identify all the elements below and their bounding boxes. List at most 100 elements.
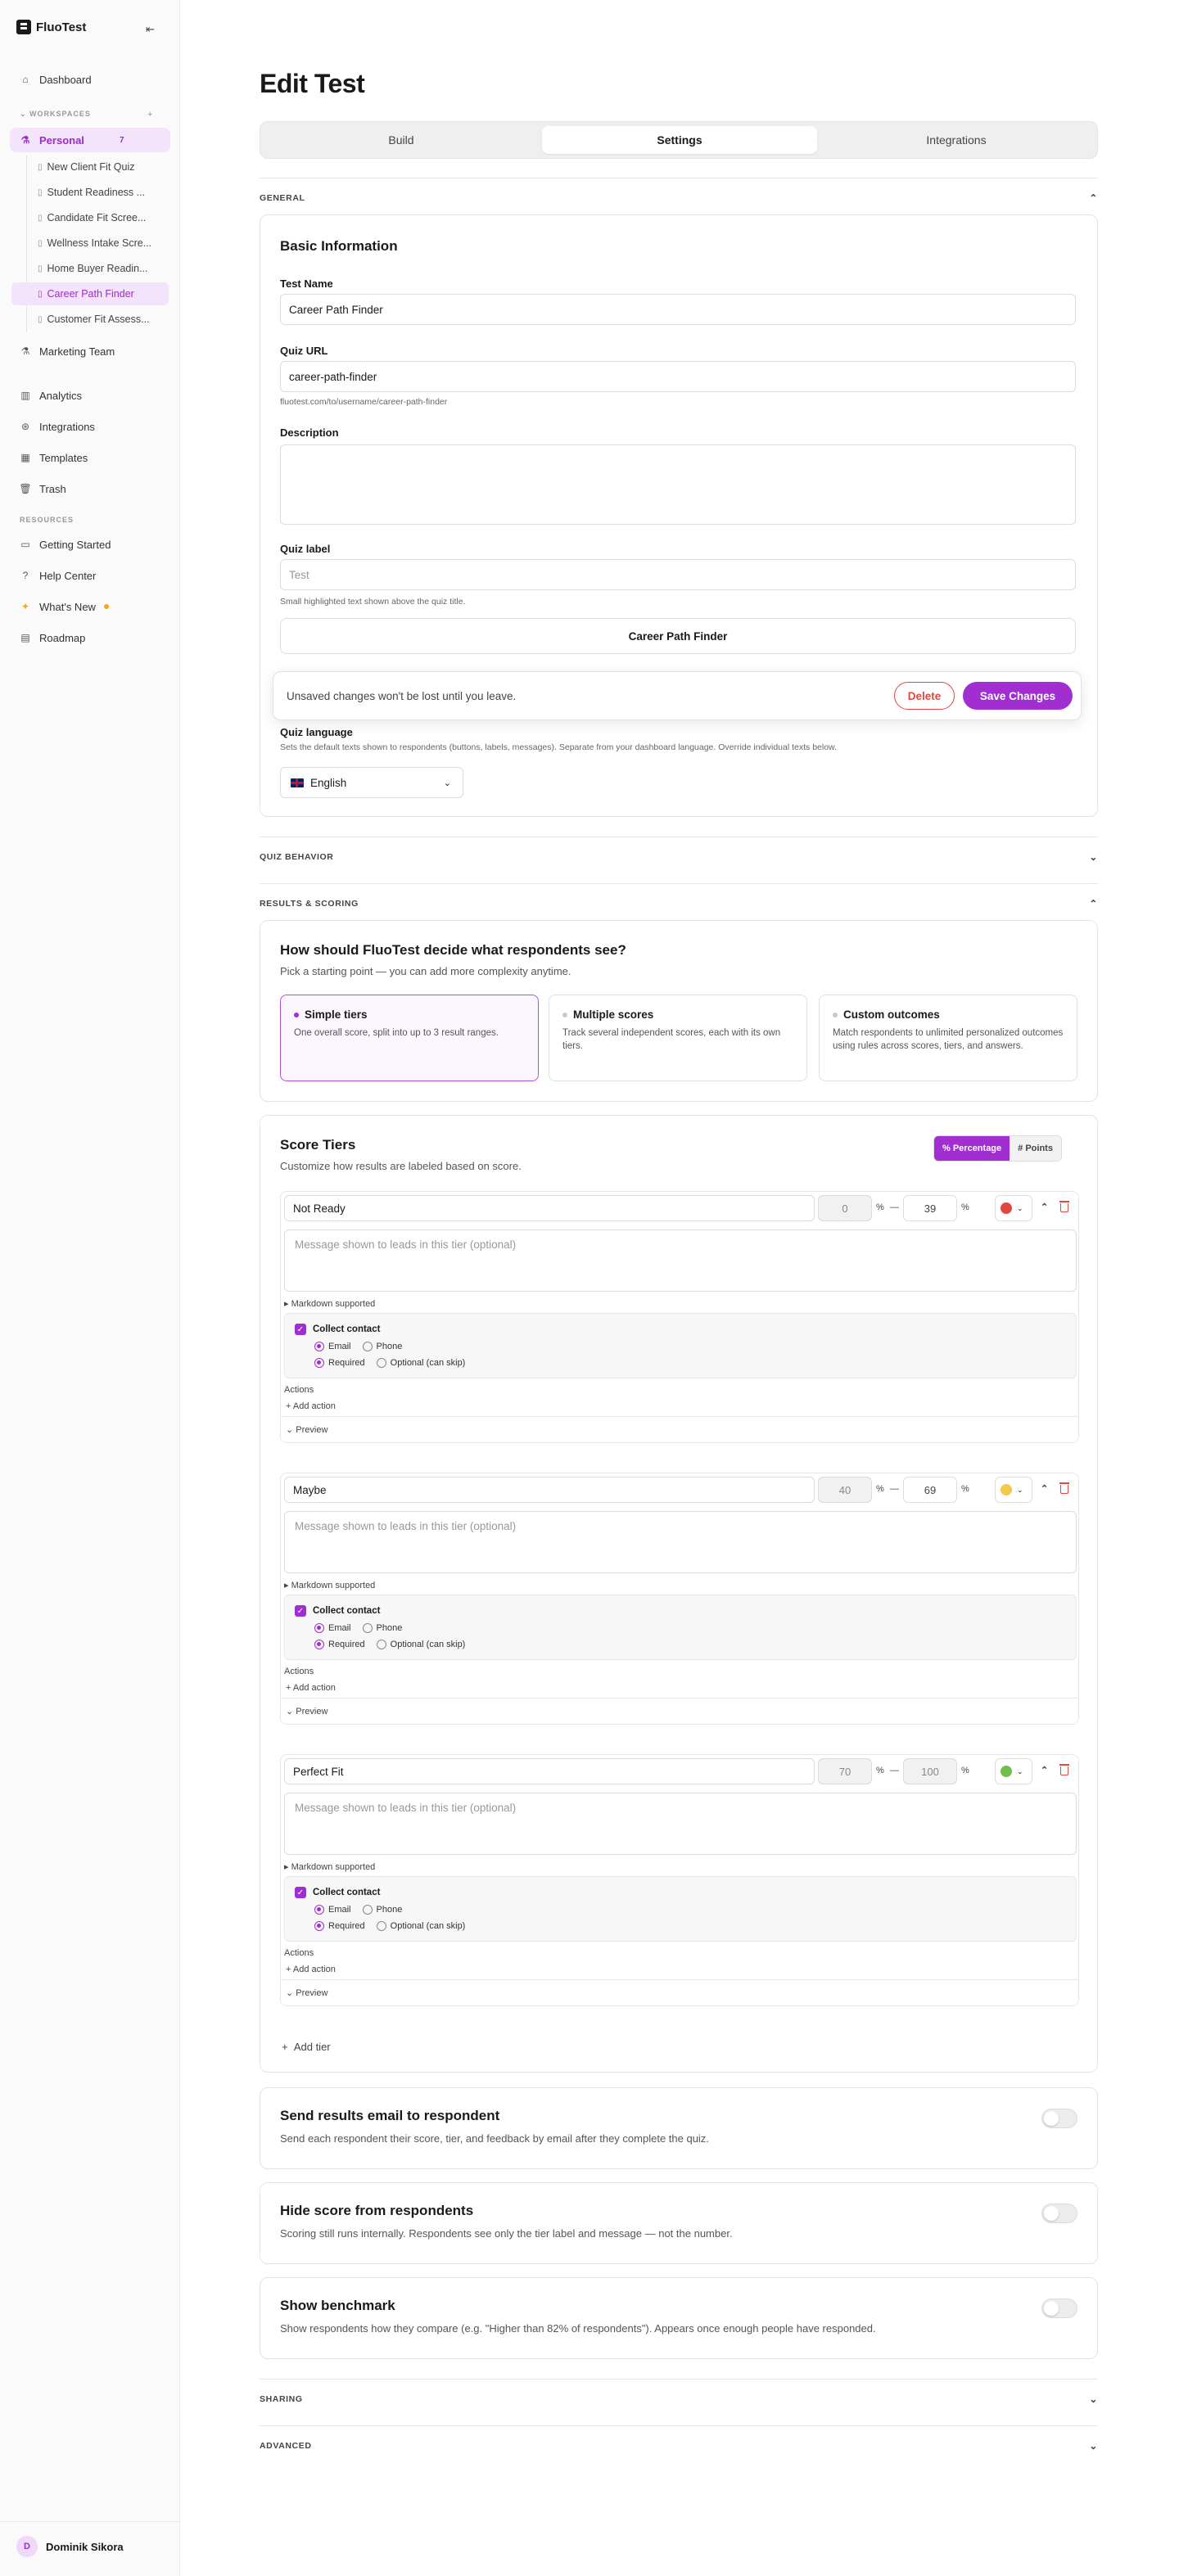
user-profile[interactable]: D Dominik Sikora xyxy=(16,2536,124,2557)
sidebar-test-item[interactable]: ▯ Student Readiness ... xyxy=(34,181,169,204)
radio-email[interactable]: Email xyxy=(314,1342,351,1351)
save-changes-button[interactable]: Save Changes xyxy=(963,682,1073,710)
collapse-sidebar-icon[interactable]: ⇤ xyxy=(146,23,155,36)
chevron-up-icon[interactable]: ⌃ xyxy=(1041,1202,1048,1212)
tier-name-input[interactable]: Maybe xyxy=(284,1477,815,1503)
tier-min-input[interactable]: 0 xyxy=(818,1195,872,1221)
preview-toggle[interactable]: ⌄ Preview xyxy=(286,1987,328,1998)
quiz-label-preview[interactable]: Career Path Finder xyxy=(280,618,1076,654)
sidebar-item-whats-new[interactable]: ✦ What's New xyxy=(10,594,170,619)
section-header-sharing[interactable]: SHARING ⌄ xyxy=(260,2391,1098,2407)
tier-min-input[interactable]: 40 xyxy=(818,1477,872,1503)
sparkle-icon: ✦ xyxy=(20,601,30,612)
radio-phone[interactable]: Phone xyxy=(362,1342,402,1351)
sidebar-item-label: Dashboard xyxy=(39,73,92,86)
sidebar-test-item[interactable]: ▯ New Client Fit Quiz xyxy=(34,156,169,178)
markdown-toggle[interactable]: ▸ Markdown supported xyxy=(284,1298,375,1309)
delete-tier-icon[interactable] xyxy=(1059,1482,1070,1495)
hide-score-toggle[interactable] xyxy=(1041,2204,1077,2223)
radio-optional[interactable]: Optional (can skip) xyxy=(376,1921,465,1931)
section-header-general[interactable]: GENERAL ⌃ xyxy=(260,190,1098,206)
tier-color-picker[interactable]: ⌄ xyxy=(995,1195,1032,1221)
sidebar-item-help-center[interactable]: ? Help Center xyxy=(10,563,170,588)
tab-integrations[interactable]: Integrations xyxy=(819,126,1094,154)
add-workspace-icon[interactable]: + xyxy=(147,110,152,120)
delete-tier-icon[interactable] xyxy=(1059,1200,1070,1213)
tier-color-picker[interactable]: ⌄ xyxy=(995,1477,1032,1503)
preview-toggle[interactable]: ⌄ Preview xyxy=(286,1424,328,1435)
unsaved-changes-bar: Unsaved changes won't be lost until you … xyxy=(273,671,1082,720)
language-select[interactable]: English ⌄ xyxy=(280,767,463,798)
tab-settings[interactable]: Settings xyxy=(542,126,817,154)
percentage-mode-button[interactable]: % Percentage xyxy=(934,1136,1010,1161)
tier-color-picker[interactable]: ⌄ xyxy=(995,1758,1032,1784)
send-results-email-toggle[interactable] xyxy=(1041,2109,1077,2128)
sidebar-item-templates[interactable]: ▦ Templates xyxy=(10,445,170,470)
preview-toggle[interactable]: ⌄ Preview xyxy=(286,1706,328,1717)
add-action-button[interactable]: + Add action xyxy=(286,1965,336,1974)
tier-message-textarea[interactable]: Message shown to leads in this tier (opt… xyxy=(284,1793,1077,1855)
sidebar-item-integrations[interactable]: ⊛ Integrations xyxy=(10,414,170,439)
chevron-up-icon[interactable]: ⌃ xyxy=(1041,1765,1048,1775)
tier-min-input[interactable]: 70 xyxy=(818,1758,872,1784)
add-action-button[interactable]: + Add action xyxy=(286,1401,336,1411)
sidebar-test-item[interactable]: ▯ Wellness Intake Scre... xyxy=(34,232,169,255)
markdown-toggle[interactable]: ▸ Markdown supported xyxy=(284,1861,375,1872)
tier-max-input[interactable]: 69 xyxy=(903,1477,957,1503)
radio-required[interactable]: Required xyxy=(314,1921,365,1931)
section-header-advanced[interactable]: ADVANCED ⌄ xyxy=(260,2438,1098,2454)
quiz-url-input[interactable]: career-path-finder xyxy=(280,361,1076,392)
delete-button[interactable]: Delete xyxy=(894,682,955,710)
add-action-button[interactable]: + Add action xyxy=(286,1683,336,1693)
radio-email[interactable]: Email xyxy=(314,1623,351,1633)
chevron-up-icon: ⌃ xyxy=(1089,898,1098,909)
option-simple-tiers[interactable]: Simple tiers One overall score, split in… xyxy=(280,995,539,1081)
sidebar-item-personal[interactable]: ⚗ Personal 7 xyxy=(10,128,170,152)
sidebar-item-marketing-team[interactable]: ⚗ Marketing Team xyxy=(10,339,170,363)
markdown-toggle[interactable]: ▸ Markdown supported xyxy=(284,1580,375,1590)
tier-max-input[interactable]: 100 xyxy=(903,1758,957,1784)
tier-max-input[interactable]: 39 xyxy=(903,1195,957,1221)
tier-name-input[interactable]: Perfect Fit xyxy=(284,1758,815,1784)
tier-name-input[interactable]: Not Ready xyxy=(284,1195,815,1221)
radio-optional[interactable]: Optional (can skip) xyxy=(376,1640,465,1649)
radio-required[interactable]: Required xyxy=(314,1640,365,1649)
sidebar-item-getting-started[interactable]: ▭ Getting Started xyxy=(10,532,170,557)
sidebar-test-item[interactable]: ▯ Customer Fit Assess... xyxy=(34,308,169,331)
chevron-up-icon[interactable]: ⌃ xyxy=(1041,1483,1048,1494)
show-benchmark-toggle[interactable] xyxy=(1041,2299,1077,2318)
points-mode-button[interactable]: # Points xyxy=(1010,1136,1061,1161)
description-textarea[interactable] xyxy=(280,444,1076,525)
radio-phone[interactable]: Phone xyxy=(362,1623,402,1633)
sidebar-item-label: Personal xyxy=(39,133,84,147)
collect-contact-checkbox[interactable]: ✓ xyxy=(295,1605,306,1617)
radio-email[interactable]: Email xyxy=(314,1905,351,1915)
sidebar-test-item[interactable]: ▯ Candidate Fit Scree... xyxy=(34,206,169,229)
radio-phone[interactable]: Phone xyxy=(362,1905,402,1915)
option-multiple-scores[interactable]: Multiple scores Track several independen… xyxy=(549,995,807,1081)
sidebar-test-item[interactable]: ▯ Home Buyer Readin... xyxy=(34,257,169,280)
add-tier-button[interactable]: + Add tier xyxy=(282,2041,331,2053)
section-header-quiz-behavior[interactable]: QUIZ BEHAVIOR ⌄ xyxy=(260,849,1098,865)
score-tiers-card: Score Tiers Customize how results are la… xyxy=(260,1115,1098,2073)
collect-contact-checkbox[interactable]: ✓ xyxy=(295,1324,306,1335)
delete-tier-icon[interactable] xyxy=(1059,1763,1070,1776)
tier-message-textarea[interactable]: Message shown to leads in this tier (opt… xyxy=(284,1511,1077,1573)
brand[interactable]: FluoTest xyxy=(16,20,86,34)
sidebar-item-trash[interactable]: 🗑 Trash xyxy=(10,476,170,501)
radio-optional[interactable]: Optional (can skip) xyxy=(376,1358,465,1368)
option-custom-outcomes[interactable]: Custom outcomes Match respondents to unl… xyxy=(819,995,1077,1081)
radio-required[interactable]: Required xyxy=(314,1358,365,1368)
tab-build[interactable]: Build xyxy=(264,126,539,154)
sidebar-test-item-active[interactable]: ▯ Career Path Finder xyxy=(11,282,169,305)
test-name-input[interactable]: Career Path Finder xyxy=(280,294,1076,325)
sidebar-item-roadmap[interactable]: ▤ Roadmap xyxy=(10,625,170,650)
flask-icon: ⚗ xyxy=(20,134,30,146)
quiz-label-input[interactable]: Test xyxy=(280,559,1076,590)
sidebar-item-dashboard[interactable]: ⌂ Dashboard xyxy=(10,67,170,92)
tier-message-textarea[interactable]: Message shown to leads in this tier (opt… xyxy=(284,1229,1077,1292)
section-header-results-scoring[interactable]: RESULTS & SCORING ⌃ xyxy=(260,896,1098,912)
send-results-email-desc: Send each respondent their score, tier, … xyxy=(280,2132,709,2145)
collect-contact-checkbox[interactable]: ✓ xyxy=(295,1887,306,1898)
sidebar-item-analytics[interactable]: ▥ Analytics xyxy=(10,383,170,408)
